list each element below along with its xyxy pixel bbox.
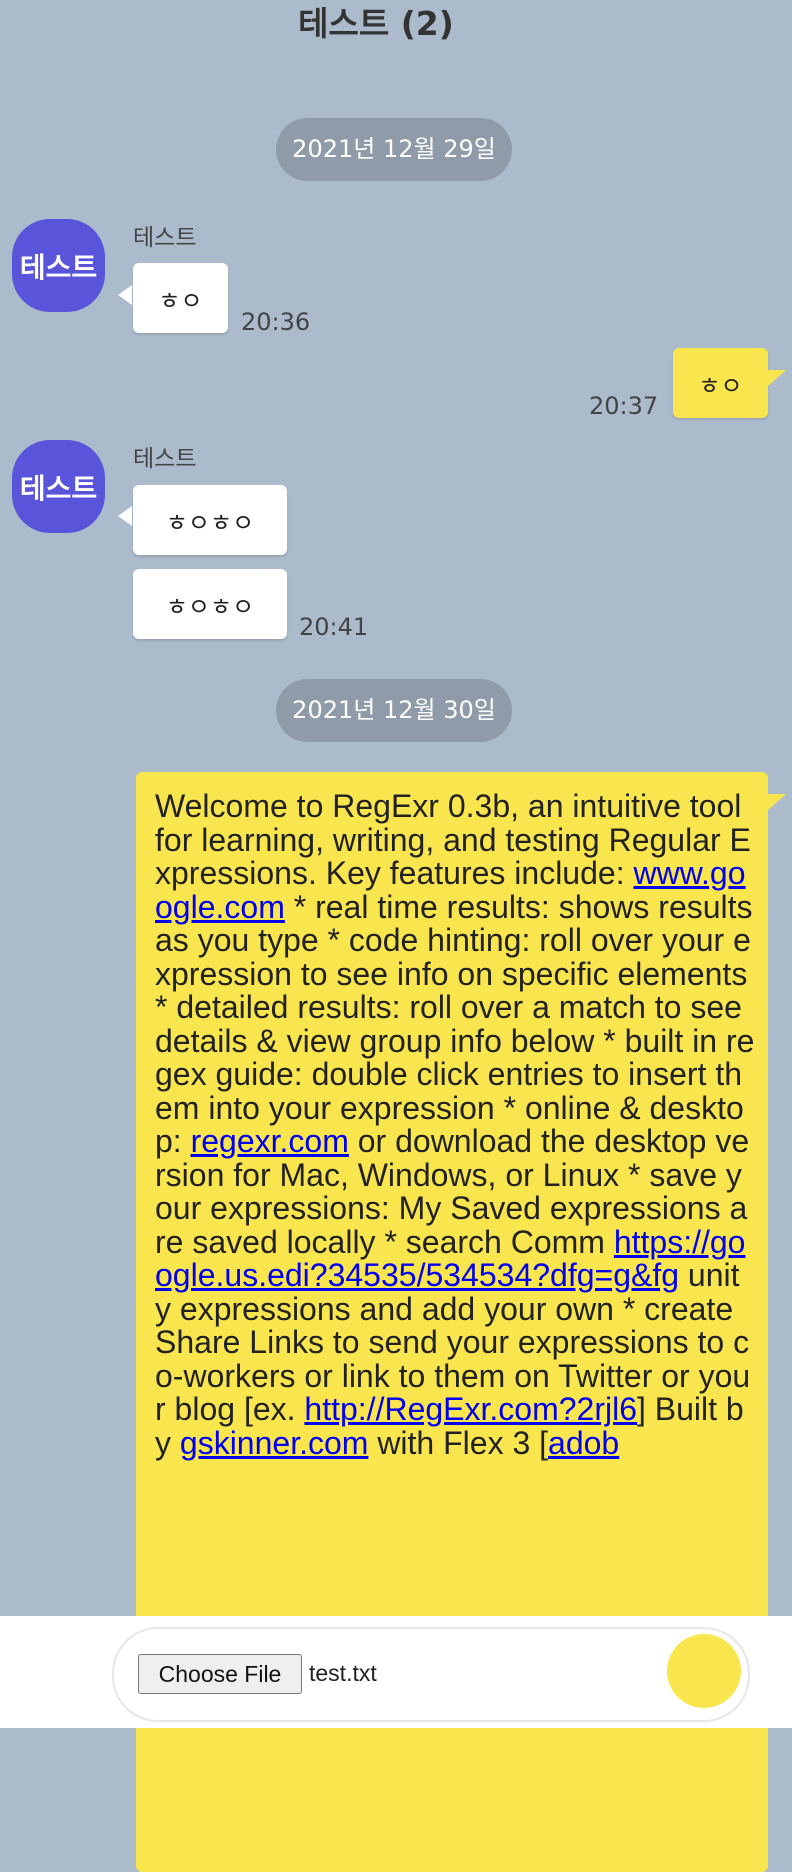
message-link[interactable]: http://RegExr.com?2rjl6 (304, 1391, 637, 1427)
message-time: 20:41 (299, 613, 369, 641)
bubble-tail (768, 370, 786, 386)
message-text-segment: with Flex 3 [ (368, 1424, 549, 1461)
chat-title: 테스트 (2) (298, 4, 454, 43)
avatar[interactable]: 테스트 (12, 219, 105, 312)
sender-name: 테스트 (133, 446, 197, 472)
date-separator: 2021년 12월 30일 (276, 679, 512, 742)
choose-file-button[interactable]: Choose File (138, 1654, 302, 1694)
outgoing-message[interactable]: ㅎㅇ (673, 348, 768, 418)
send-button[interactable] (667, 1634, 741, 1708)
message-link[interactable]: adob (548, 1425, 619, 1461)
selected-file-name: test.txt (309, 1660, 377, 1686)
incoming-message[interactable]: ㅎㅇㅎㅇ (133, 569, 287, 639)
message-time: 20:36 (241, 308, 311, 336)
message-link[interactable]: regexr.com (191, 1123, 349, 1159)
sender-name: 테스트 (133, 225, 197, 251)
message-link[interactable]: gskinner.com (180, 1425, 369, 1461)
long-message-text: Welcome to RegExr 0.3b, an intuitive too… (155, 789, 755, 1461)
incoming-message[interactable]: ㅎㅇㅎㅇ (133, 485, 287, 555)
message-time: 20:37 (589, 392, 659, 420)
message-text-segment: * real time results: shows results as yo… (155, 888, 755, 1159)
bubble-tail (118, 285, 132, 305)
incoming-message[interactable]: ㅎㅇ (133, 263, 228, 333)
avatar[interactable]: 테스트 (12, 440, 105, 533)
bubble-tail (768, 794, 786, 810)
date-separator: 2021년 12월 29일 (276, 118, 512, 181)
bubble-tail (118, 506, 132, 526)
